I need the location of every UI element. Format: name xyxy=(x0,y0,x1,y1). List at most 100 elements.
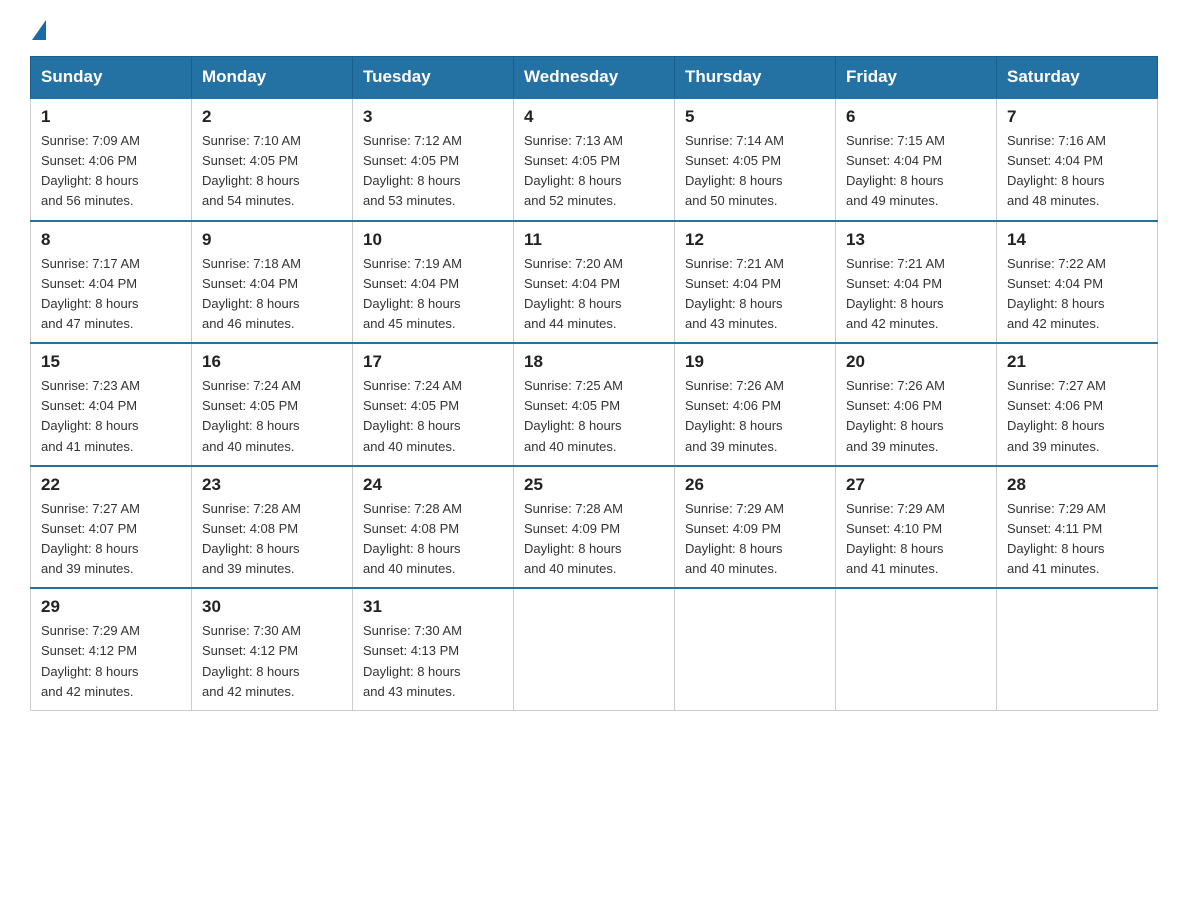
calendar-cell: 10 Sunrise: 7:19 AMSunset: 4:04 PMDaylig… xyxy=(353,221,514,344)
calendar-cell: 4 Sunrise: 7:13 AMSunset: 4:05 PMDayligh… xyxy=(514,98,675,221)
calendar-cell: 3 Sunrise: 7:12 AMSunset: 4:05 PMDayligh… xyxy=(353,98,514,221)
calendar-cell: 13 Sunrise: 7:21 AMSunset: 4:04 PMDaylig… xyxy=(836,221,997,344)
day-info: Sunrise: 7:24 AMSunset: 4:05 PMDaylight:… xyxy=(202,378,301,453)
week-row: 8 Sunrise: 7:17 AMSunset: 4:04 PMDayligh… xyxy=(31,221,1158,344)
calendar-cell: 2 Sunrise: 7:10 AMSunset: 4:05 PMDayligh… xyxy=(192,98,353,221)
day-info: Sunrise: 7:29 AMSunset: 4:10 PMDaylight:… xyxy=(846,501,945,576)
day-info: Sunrise: 7:26 AMSunset: 4:06 PMDaylight:… xyxy=(846,378,945,453)
day-number: 11 xyxy=(524,230,664,250)
calendar-cell xyxy=(836,588,997,710)
day-info: Sunrise: 7:10 AMSunset: 4:05 PMDaylight:… xyxy=(202,133,301,208)
calendar-cell: 1 Sunrise: 7:09 AMSunset: 4:06 PMDayligh… xyxy=(31,98,192,221)
calendar-cell: 30 Sunrise: 7:30 AMSunset: 4:12 PMDaylig… xyxy=(192,588,353,710)
day-of-week-header: Thursday xyxy=(675,57,836,99)
day-info: Sunrise: 7:25 AMSunset: 4:05 PMDaylight:… xyxy=(524,378,623,453)
week-row: 22 Sunrise: 7:27 AMSunset: 4:07 PMDaylig… xyxy=(31,466,1158,589)
calendar-cell: 5 Sunrise: 7:14 AMSunset: 4:05 PMDayligh… xyxy=(675,98,836,221)
calendar-cell: 29 Sunrise: 7:29 AMSunset: 4:12 PMDaylig… xyxy=(31,588,192,710)
day-number: 12 xyxy=(685,230,825,250)
calendar-cell: 14 Sunrise: 7:22 AMSunset: 4:04 PMDaylig… xyxy=(997,221,1158,344)
day-number: 26 xyxy=(685,475,825,495)
day-info: Sunrise: 7:17 AMSunset: 4:04 PMDaylight:… xyxy=(41,256,140,331)
day-info: Sunrise: 7:21 AMSunset: 4:04 PMDaylight:… xyxy=(846,256,945,331)
day-number: 1 xyxy=(41,107,181,127)
calendar-cell xyxy=(997,588,1158,710)
calendar-cell xyxy=(514,588,675,710)
day-number: 2 xyxy=(202,107,342,127)
day-number: 4 xyxy=(524,107,664,127)
day-number: 10 xyxy=(363,230,503,250)
week-row: 15 Sunrise: 7:23 AMSunset: 4:04 PMDaylig… xyxy=(31,343,1158,466)
day-number: 22 xyxy=(41,475,181,495)
day-of-week-header: Sunday xyxy=(31,57,192,99)
day-number: 17 xyxy=(363,352,503,372)
calendar-cell: 7 Sunrise: 7:16 AMSunset: 4:04 PMDayligh… xyxy=(997,98,1158,221)
day-number: 24 xyxy=(363,475,503,495)
day-info: Sunrise: 7:21 AMSunset: 4:04 PMDaylight:… xyxy=(685,256,784,331)
day-number: 7 xyxy=(1007,107,1147,127)
calendar-cell: 23 Sunrise: 7:28 AMSunset: 4:08 PMDaylig… xyxy=(192,466,353,589)
day-info: Sunrise: 7:27 AMSunset: 4:06 PMDaylight:… xyxy=(1007,378,1106,453)
day-info: Sunrise: 7:14 AMSunset: 4:05 PMDaylight:… xyxy=(685,133,784,208)
day-info: Sunrise: 7:15 AMSunset: 4:04 PMDaylight:… xyxy=(846,133,945,208)
calendar-header-row: SundayMondayTuesdayWednesdayThursdayFrid… xyxy=(31,57,1158,99)
week-row: 1 Sunrise: 7:09 AMSunset: 4:06 PMDayligh… xyxy=(31,98,1158,221)
day-info: Sunrise: 7:28 AMSunset: 4:09 PMDaylight:… xyxy=(524,501,623,576)
day-info: Sunrise: 7:19 AMSunset: 4:04 PMDaylight:… xyxy=(363,256,462,331)
day-number: 27 xyxy=(846,475,986,495)
day-info: Sunrise: 7:22 AMSunset: 4:04 PMDaylight:… xyxy=(1007,256,1106,331)
calendar-cell: 16 Sunrise: 7:24 AMSunset: 4:05 PMDaylig… xyxy=(192,343,353,466)
day-of-week-header: Friday xyxy=(836,57,997,99)
calendar-cell: 24 Sunrise: 7:28 AMSunset: 4:08 PMDaylig… xyxy=(353,466,514,589)
calendar-cell: 18 Sunrise: 7:25 AMSunset: 4:05 PMDaylig… xyxy=(514,343,675,466)
day-info: Sunrise: 7:29 AMSunset: 4:11 PMDaylight:… xyxy=(1007,501,1106,576)
day-info: Sunrise: 7:18 AMSunset: 4:04 PMDaylight:… xyxy=(202,256,301,331)
calendar-cell: 25 Sunrise: 7:28 AMSunset: 4:09 PMDaylig… xyxy=(514,466,675,589)
day-info: Sunrise: 7:23 AMSunset: 4:04 PMDaylight:… xyxy=(41,378,140,453)
day-number: 30 xyxy=(202,597,342,617)
day-of-week-header: Saturday xyxy=(997,57,1158,99)
calendar-cell: 15 Sunrise: 7:23 AMSunset: 4:04 PMDaylig… xyxy=(31,343,192,466)
week-row: 29 Sunrise: 7:29 AMSunset: 4:12 PMDaylig… xyxy=(31,588,1158,710)
calendar-cell xyxy=(675,588,836,710)
day-number: 15 xyxy=(41,352,181,372)
logo xyxy=(30,20,46,36)
day-number: 25 xyxy=(524,475,664,495)
day-info: Sunrise: 7:26 AMSunset: 4:06 PMDaylight:… xyxy=(685,378,784,453)
calendar-cell: 19 Sunrise: 7:26 AMSunset: 4:06 PMDaylig… xyxy=(675,343,836,466)
day-of-week-header: Monday xyxy=(192,57,353,99)
calendar-cell: 26 Sunrise: 7:29 AMSunset: 4:09 PMDaylig… xyxy=(675,466,836,589)
day-number: 6 xyxy=(846,107,986,127)
day-info: Sunrise: 7:29 AMSunset: 4:12 PMDaylight:… xyxy=(41,623,140,698)
calendar-cell: 17 Sunrise: 7:24 AMSunset: 4:05 PMDaylig… xyxy=(353,343,514,466)
day-info: Sunrise: 7:28 AMSunset: 4:08 PMDaylight:… xyxy=(202,501,301,576)
logo-triangle-icon xyxy=(32,20,46,40)
day-info: Sunrise: 7:20 AMSunset: 4:04 PMDaylight:… xyxy=(524,256,623,331)
calendar-cell: 22 Sunrise: 7:27 AMSunset: 4:07 PMDaylig… xyxy=(31,466,192,589)
day-info: Sunrise: 7:13 AMSunset: 4:05 PMDaylight:… xyxy=(524,133,623,208)
calendar-cell: 21 Sunrise: 7:27 AMSunset: 4:06 PMDaylig… xyxy=(997,343,1158,466)
calendar-cell: 27 Sunrise: 7:29 AMSunset: 4:10 PMDaylig… xyxy=(836,466,997,589)
day-number: 29 xyxy=(41,597,181,617)
day-of-week-header: Tuesday xyxy=(353,57,514,99)
day-number: 3 xyxy=(363,107,503,127)
day-info: Sunrise: 7:12 AMSunset: 4:05 PMDaylight:… xyxy=(363,133,462,208)
calendar-cell: 6 Sunrise: 7:15 AMSunset: 4:04 PMDayligh… xyxy=(836,98,997,221)
day-of-week-header: Wednesday xyxy=(514,57,675,99)
day-number: 9 xyxy=(202,230,342,250)
day-number: 19 xyxy=(685,352,825,372)
day-info: Sunrise: 7:29 AMSunset: 4:09 PMDaylight:… xyxy=(685,501,784,576)
calendar-cell: 28 Sunrise: 7:29 AMSunset: 4:11 PMDaylig… xyxy=(997,466,1158,589)
day-number: 31 xyxy=(363,597,503,617)
day-number: 8 xyxy=(41,230,181,250)
day-number: 5 xyxy=(685,107,825,127)
day-number: 16 xyxy=(202,352,342,372)
day-info: Sunrise: 7:16 AMSunset: 4:04 PMDaylight:… xyxy=(1007,133,1106,208)
day-number: 18 xyxy=(524,352,664,372)
day-info: Sunrise: 7:27 AMSunset: 4:07 PMDaylight:… xyxy=(41,501,140,576)
calendar-cell: 8 Sunrise: 7:17 AMSunset: 4:04 PMDayligh… xyxy=(31,221,192,344)
day-info: Sunrise: 7:24 AMSunset: 4:05 PMDaylight:… xyxy=(363,378,462,453)
day-number: 14 xyxy=(1007,230,1147,250)
page-header xyxy=(30,20,1158,36)
day-info: Sunrise: 7:30 AMSunset: 4:13 PMDaylight:… xyxy=(363,623,462,698)
